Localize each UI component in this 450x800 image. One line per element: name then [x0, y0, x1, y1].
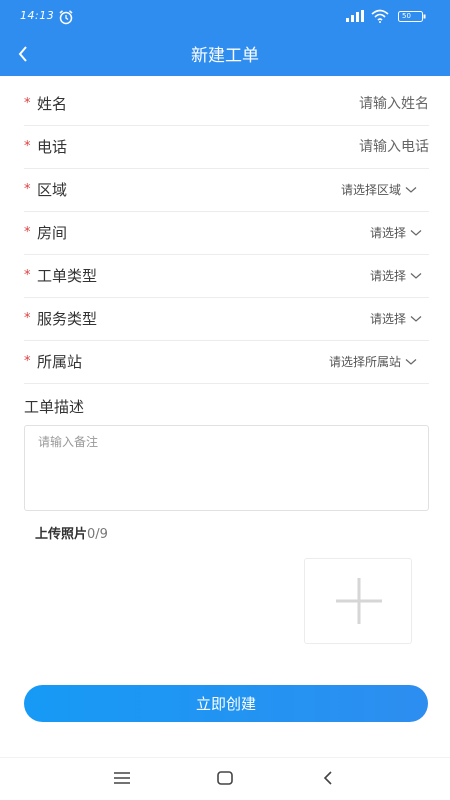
home-icon[interactable] [216, 770, 234, 786]
service-type-picker[interactable]: 请选择 [370, 310, 422, 328]
upload-count: 0/9 [87, 527, 108, 542]
add-photo-button[interactable] [304, 558, 412, 644]
service-type-select[interactable]: * 服务类型 请选择 [24, 298, 429, 341]
name-field[interactable]: * 姓名 请输入姓名 [24, 83, 429, 126]
room-select[interactable]: * 房间 请选择 [24, 212, 429, 255]
description-label: 工单描述 [24, 398, 85, 416]
required-mark: * [24, 311, 31, 326]
area-value: 请选择区域 [340, 183, 401, 197]
room-label: 房间 [37, 224, 68, 242]
plus-icon [336, 578, 382, 624]
room-value: 请选择 [369, 226, 406, 240]
area-label: 区域 [37, 181, 68, 199]
order-type-value: 请选择 [369, 269, 406, 283]
required-mark: * [24, 96, 31, 111]
upload-label-text: 上传照片 [35, 527, 88, 542]
chevron-down-icon [410, 316, 422, 322]
signal-icon [346, 10, 364, 22]
service-type-label: 服务类型 [37, 310, 98, 328]
station-select[interactable]: * 所属站 请选择所属站 [24, 341, 429, 384]
area-select[interactable]: * 区域 请选择区域 [24, 169, 429, 212]
description-textarea[interactable]: 请输入备注 [24, 425, 429, 511]
chevron-down-icon [410, 273, 422, 279]
status-time: 14:13 [20, 9, 55, 22]
back-icon[interactable] [320, 769, 336, 787]
phone-field[interactable]: * 电话 请输入电话 [24, 126, 429, 169]
area-picker[interactable]: 请选择区域 [341, 181, 417, 199]
app-header: 14:13 50 新建工单 [0, 0, 450, 76]
name-label: 姓名 [37, 95, 68, 113]
page-title: 新建工单 [191, 46, 259, 66]
system-nav-bar [0, 758, 450, 800]
battery-level: 50 [402, 12, 411, 20]
required-mark: * [24, 182, 31, 197]
order-type-picker[interactable]: 请选择 [370, 267, 422, 285]
station-label: 所属站 [37, 353, 83, 371]
required-mark: * [24, 354, 31, 369]
required-mark: * [24, 139, 31, 154]
name-input[interactable]: 请输入姓名 [359, 94, 429, 114]
order-type-label: 工单类型 [37, 267, 98, 285]
description-placeholder: 请输入备注 [38, 435, 99, 449]
phone-input[interactable]: 请输入电话 [359, 137, 429, 157]
order-type-select[interactable]: * 工单类型 请选择 [24, 255, 429, 298]
menu-icon[interactable] [113, 771, 131, 785]
station-picker[interactable]: 请选择所属站 [329, 353, 417, 371]
chevron-down-icon [405, 359, 417, 365]
status-bar: 14:13 50 [0, 0, 450, 34]
phone-label: 电话 [37, 138, 68, 156]
chevron-down-icon [410, 230, 422, 236]
service-type-value: 请选择 [369, 312, 406, 326]
station-value: 请选择所属站 [328, 355, 401, 369]
alarm-icon [59, 10, 73, 25]
upload-photos-label: 上传照片0/9 [35, 526, 108, 544]
required-mark: * [24, 268, 31, 283]
chevron-down-icon [405, 187, 417, 193]
create-now-button[interactable]: 立即创建 [24, 685, 428, 722]
required-mark: * [24, 225, 31, 240]
wifi-icon [371, 9, 389, 23]
room-picker[interactable]: 请选择 [370, 224, 422, 242]
